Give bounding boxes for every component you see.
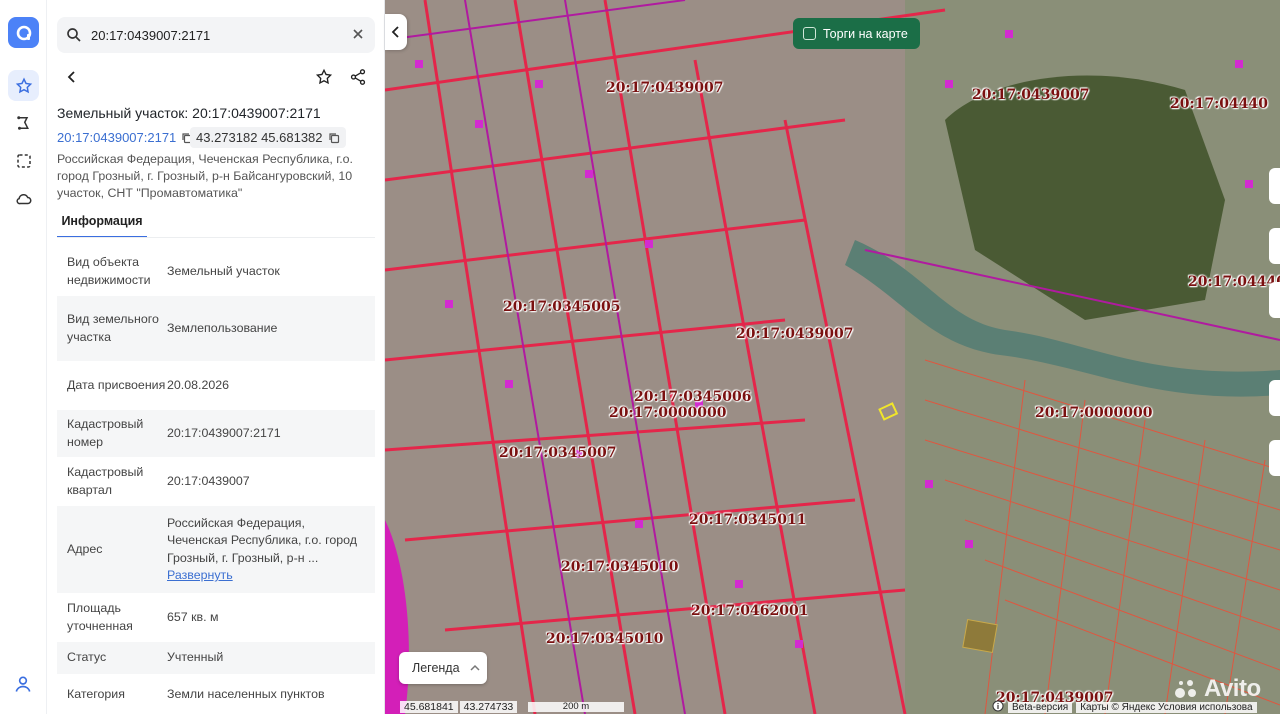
cadastral-link[interactable]: 20:17:0439007:2171 — [57, 127, 193, 148]
chevron-left-icon — [391, 26, 399, 38]
cadastral-quarter-label: 20:17:0462001 — [691, 603, 809, 619]
table-row: Кадастровый квартал 20:17:0439007 — [57, 458, 375, 506]
avito-text: Avito — [1204, 675, 1261, 702]
coord-lat: 45.681841 — [400, 701, 458, 713]
cadastral-quarter-label: 20:17:0439007 — [736, 326, 854, 342]
row-value: 657 кв. м — [167, 609, 219, 624]
map-control-right[interactable] — [1269, 380, 1280, 416]
row-key: Кадастровый номер — [67, 417, 144, 449]
cadastral-quarter-label: 20:17:04440 — [1170, 96, 1269, 112]
torgi-toggle[interactable]: Торги на карте — [793, 18, 920, 49]
torgi-label: Торги на карте — [823, 26, 908, 41]
row-value: Землепользование — [167, 320, 278, 335]
route-icon[interactable] — [8, 107, 39, 138]
app-logo[interactable] — [8, 17, 39, 48]
row-key: Площадь уточненная — [67, 601, 133, 633]
row-value: Земли населенных пунктов — [167, 686, 325, 701]
cadastral-quarter-label: 20:17:0000000 — [609, 405, 727, 421]
row-value: Российская Федерация, Чеченская Республи… — [167, 515, 375, 585]
map-control-right[interactable] — [1269, 440, 1280, 476]
table-row: Площадь уточненная 657 кв. м — [57, 594, 375, 642]
star-icon — [315, 68, 333, 85]
legend-label: Легенда — [412, 661, 460, 675]
collapse-panel-button[interactable] — [385, 14, 407, 50]
map-view[interactable]: 20:17:0439007 20:17:0439007 20:17:04440 … — [385, 0, 1280, 714]
chevron-left-icon — [67, 71, 75, 83]
cadastral-quarter-label: 20:17:0345007 — [499, 445, 617, 461]
map-control-right[interactable] — [1269, 168, 1280, 204]
favorites-icon[interactable] — [8, 70, 39, 101]
table-row: Вид объекта недвижимости Земельный участ… — [57, 248, 375, 296]
row-key: Кадастровый квартал — [67, 465, 144, 497]
tab-divider — [57, 237, 375, 238]
cadastral-quarter-label: 20:17:0345011 — [689, 512, 807, 528]
cadastral-quarter-label: 20:17:0439007 — [972, 87, 1090, 103]
info-icon[interactable] — [992, 700, 1004, 714]
cadastral-quarter-label: 20:17:0345005 — [503, 299, 621, 315]
table-row: Статус Учтенный — [57, 642, 375, 675]
search-input[interactable] — [91, 27, 341, 43]
cadastral-link-text[interactable]: 20:17:0439007:2171 — [57, 130, 176, 145]
cadastral-quarter-label: 20:17:0345010 — [546, 631, 664, 647]
row-value: 20.08.2026 — [167, 377, 230, 392]
scale-bar: 200 m — [528, 702, 624, 712]
search-box — [57, 17, 375, 53]
coords-text: 43.273182 45.681382 — [196, 130, 323, 145]
row-value: Учтенный — [167, 650, 224, 665]
cursor-coords: 45.681841 43.274733 — [400, 700, 519, 714]
tab-info[interactable]: Информация — [57, 206, 147, 238]
cadastral-quarter-label: 20:17:0345006 — [634, 389, 752, 405]
map-control-right[interactable] — [1269, 282, 1280, 318]
object-address: Российская Федерация, Чеченская Республи… — [57, 152, 353, 200]
chevron-up-icon — [470, 664, 480, 672]
clear-icon[interactable] — [351, 27, 365, 46]
expand-link[interactable]: Развернуть — [167, 567, 367, 585]
table-row: Кадастровый номер 20:17:0439007:2171 — [57, 410, 375, 458]
coord-lon: 43.274733 — [459, 701, 518, 713]
coords-chip[interactable]: 43.273182 45.681382 — [190, 127, 346, 148]
row-key: Категория — [67, 686, 125, 701]
table-row: Вид земельного участка Землепользование — [57, 296, 375, 362]
row-key: Статус — [67, 650, 107, 665]
row-key: Вид объекта недвижимости — [67, 255, 151, 287]
legend-button[interactable]: Легенда — [399, 652, 487, 684]
copy-icon[interactable] — [328, 132, 340, 144]
info-panel: Земельный участок: 20:17:0439007:2171 20… — [47, 0, 385, 714]
row-key: Вид земельного участка — [67, 312, 159, 344]
share-icon — [350, 69, 366, 85]
table-row: Дата присвоения 20.08.2026 — [57, 362, 375, 410]
copyright-text[interactable]: Карты © Яндекс Условия использова — [1076, 701, 1257, 713]
address-value: Российская Федерация, Чеченская Республи… — [167, 515, 357, 565]
left-rail — [0, 0, 47, 714]
cadastral-quarter-label: 20:17:04440 — [1188, 274, 1280, 290]
info-table: Вид объекта недвижимости Земельный участ… — [57, 248, 375, 714]
row-value: Земельный участок — [167, 263, 280, 278]
row-value: 20:17:0439007:2171 — [167, 425, 281, 440]
torgi-checkbox[interactable] — [803, 27, 816, 40]
app-root: Земельный участок: 20:17:0439007:2171 20… — [0, 0, 1280, 714]
favorite-button[interactable] — [309, 62, 339, 92]
search-icon[interactable] — [65, 26, 83, 44]
map-canvas[interactable] — [385, 0, 1280, 714]
cadastral-quarter-label: 20:17:0439007 — [606, 80, 724, 96]
cadastral-quarter-label: 20:17:0000000 — [1035, 405, 1153, 421]
row-value: 20:17:0439007 — [167, 473, 250, 488]
page-title: Земельный участок: 20:17:0439007:2171 — [57, 105, 321, 121]
table-row: Категория Земли населенных пунктов — [57, 675, 375, 714]
back-button[interactable] — [57, 62, 87, 92]
row-key: Дата присвоения — [67, 377, 166, 392]
avito-watermark: Avito — [1174, 675, 1261, 703]
cadastral-quarter-label: 20:17:0345010 — [561, 559, 679, 575]
area-select-icon[interactable] — [8, 145, 39, 176]
user-icon[interactable] — [13, 674, 33, 699]
cloud-icon[interactable] — [8, 183, 39, 214]
row-key: Адрес — [67, 541, 103, 556]
map-control-right[interactable] — [1269, 228, 1280, 264]
share-button[interactable] — [343, 62, 373, 92]
table-row: Адрес Российская Федерация, Чеченская Ре… — [57, 506, 375, 594]
beta-badge[interactable]: Beta-версия — [1008, 701, 1073, 713]
avito-logo-icon — [1175, 680, 1196, 698]
